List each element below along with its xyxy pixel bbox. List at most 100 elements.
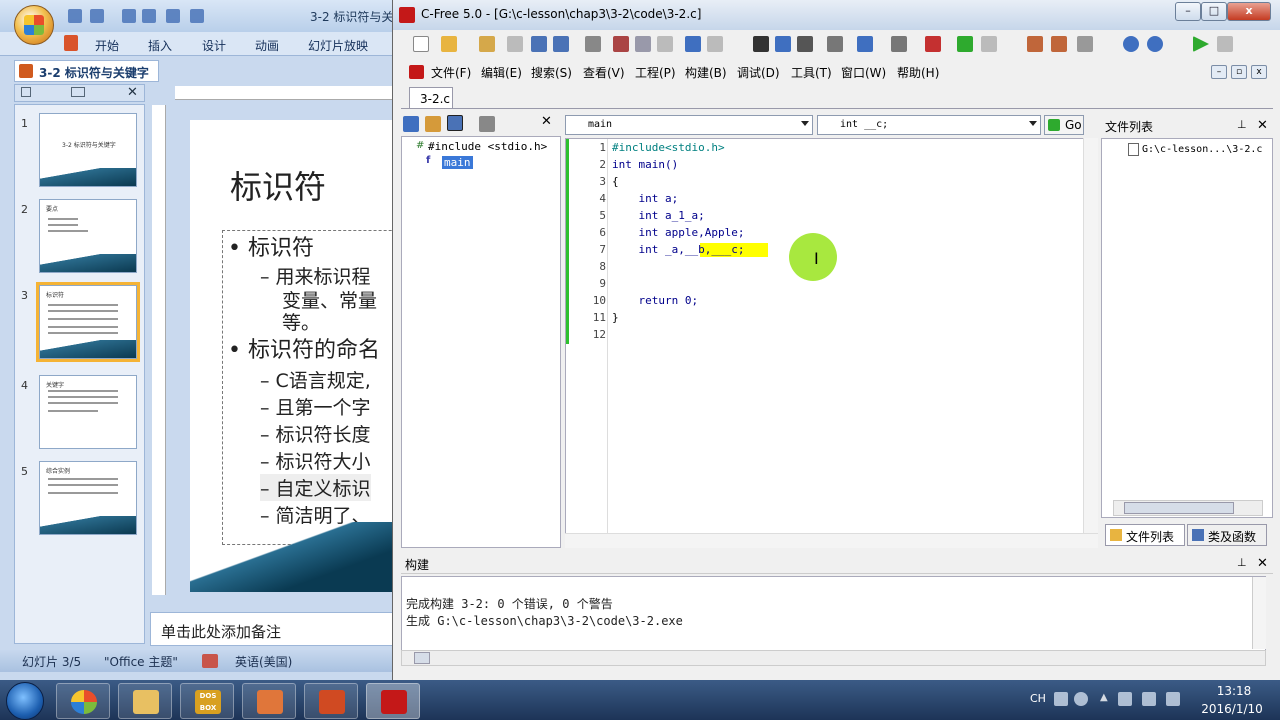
ribbon-tab-design[interactable]: 设计: [202, 37, 226, 54]
input-method-indicator[interactable]: CH: [1030, 692, 1046, 705]
taskbar-app-dosbox[interactable]: DOS BOX: [180, 683, 234, 719]
save-icon[interactable]: [531, 36, 547, 52]
office-button[interactable]: [14, 5, 54, 45]
close-icon[interactable]: ✕: [1257, 556, 1268, 571]
close-icon[interactable]: ✕: [127, 85, 138, 100]
help-icon[interactable]: [1123, 36, 1139, 52]
minimize-button[interactable]: –: [1175, 2, 1201, 21]
stop-build-icon[interactable]: [1077, 36, 1093, 52]
speaker-icon[interactable]: [1166, 692, 1180, 706]
menu-search[interactable]: 搜索(S): [531, 64, 572, 81]
ppt-document-tab[interactable]: 3-2 标识符与关键字: [14, 60, 159, 82]
mdi-minimize-button[interactable]: –: [1211, 65, 1227, 79]
undo-icon[interactable]: [685, 36, 701, 52]
current-slide[interactable]: 标识符 • 标识符 – 用来标识程 变量、常量 等。 • 标识符的命名 – C语…: [190, 120, 400, 592]
network-icon[interactable]: [1142, 692, 1156, 706]
group-icon[interactable]: [447, 115, 463, 131]
save-all-icon[interactable]: [553, 36, 569, 52]
taskbar-app-explorer[interactable]: [118, 683, 172, 719]
volume-icon[interactable]: [1118, 692, 1132, 706]
paste-icon[interactable]: [657, 36, 673, 52]
redo-icon[interactable]: [707, 36, 723, 52]
build-vertical-scrollbar[interactable]: [1252, 577, 1266, 649]
clock-time[interactable]: 13:18: [1208, 684, 1260, 698]
menu-edit[interactable]: 编辑(E): [481, 64, 522, 81]
back-icon[interactable]: [957, 36, 973, 52]
undo-icon[interactable]: [90, 9, 104, 23]
redo-icon[interactable]: [122, 9, 136, 23]
ribbon-tab-animation[interactable]: 动画: [255, 37, 279, 54]
function-combo[interactable]: main: [565, 115, 813, 135]
pin-icon[interactable]: ⊥: [1237, 118, 1247, 131]
keyboard-icon[interactable]: [1054, 692, 1068, 706]
print-preview-icon[interactable]: [142, 9, 156, 23]
show-hidden-icon[interactable]: ▲: [1100, 692, 1108, 706]
menu-file[interactable]: 文件(F): [431, 64, 471, 81]
scroll-thumb[interactable]: [414, 652, 430, 664]
tab-classes-functions[interactable]: 类及函数: [1187, 524, 1267, 546]
go-button[interactable]: Go: [1044, 115, 1084, 135]
maximize-button[interactable]: □: [1201, 2, 1227, 21]
copy-icon[interactable]: [635, 36, 651, 52]
notes-pane[interactable]: 单击此处添加备注: [150, 612, 400, 646]
forward-icon[interactable]: [981, 36, 997, 52]
slide-thumbnail-3[interactable]: 标识符: [36, 282, 140, 362]
tree-main-item[interactable]: main: [442, 156, 473, 169]
qat-icon[interactable]: [190, 9, 204, 23]
close-icon[interactable]: ✕: [1257, 118, 1268, 133]
slide-thumbnail-2[interactable]: 要点: [39, 199, 137, 273]
save-icon[interactable]: [68, 9, 82, 23]
tool-icon[interactable]: [166, 9, 180, 23]
ribbon-tab-home[interactable]: 开始: [95, 37, 119, 54]
slide-thumbnail-5[interactable]: 综合实例: [39, 461, 137, 535]
close-button[interactable]: x: [1227, 2, 1271, 21]
open-folder-icon[interactable]: [441, 36, 457, 52]
print-icon[interactable]: [585, 36, 601, 52]
compile-icon[interactable]: [1027, 36, 1043, 52]
build-icon[interactable]: [1051, 36, 1067, 52]
start-button[interactable]: [6, 682, 44, 720]
taskbar-app-media[interactable]: [56, 683, 110, 719]
pin-icon[interactable]: ⊥: [1237, 556, 1247, 569]
menu-project[interactable]: 工程(P): [635, 64, 676, 81]
cut-icon[interactable]: [613, 36, 629, 52]
refresh-icon[interactable]: [479, 116, 495, 132]
mdi-restore-button[interactable]: ▫: [1231, 65, 1247, 79]
close-icon[interactable]: ✕: [541, 114, 552, 129]
ribbon-tab-insert[interactable]: 插入: [148, 37, 172, 54]
stop-icon[interactable]: [1217, 36, 1233, 52]
tree-include-item[interactable]: #include <stdio.h>: [428, 140, 547, 153]
replace-icon[interactable]: [797, 36, 813, 52]
bookmark-icon[interactable]: [827, 36, 843, 52]
help-icon[interactable]: [1074, 692, 1088, 706]
theme-name[interactable]: "Office 主题": [104, 653, 178, 670]
find-icon[interactable]: [753, 36, 769, 52]
slide-thumbnail-1[interactable]: 3-2 标识符与关键字: [39, 113, 137, 187]
tab-file-list[interactable]: 文件列表: [1105, 524, 1185, 546]
menu-tools[interactable]: 工具(T): [791, 64, 832, 81]
filter-icon[interactable]: [425, 116, 441, 132]
editor-horizontal-scrollbar[interactable]: [565, 533, 1098, 548]
slide-thumbnail-4[interactable]: 关键字: [39, 375, 137, 449]
mdi-close-button[interactable]: x: [1251, 65, 1267, 79]
sort-icon[interactable]: [403, 116, 419, 132]
run-icon[interactable]: [1193, 36, 1209, 52]
menu-view[interactable]: 查看(V): [583, 64, 625, 81]
symbol-combo[interactable]: int __c;: [817, 115, 1041, 135]
spellcheck-icon[interactable]: [202, 654, 218, 668]
tools-icon[interactable]: [925, 36, 941, 52]
outline-view-icon[interactable]: [71, 87, 85, 97]
cfree-app-icon[interactable]: [399, 7, 415, 23]
taskbar-app-powerpoint[interactable]: [304, 683, 358, 719]
find-next-icon[interactable]: [775, 36, 791, 52]
menu-window[interactable]: 窗口(W): [841, 64, 886, 81]
document-icon[interactable]: [409, 65, 424, 79]
file-list-item[interactable]: G:\c-lesson...\3-2.c: [1142, 144, 1262, 155]
indent-icon[interactable]: [857, 36, 873, 52]
menu-debug[interactable]: 调试(D): [737, 64, 780, 81]
comment-icon[interactable]: [891, 36, 907, 52]
file-list-scrollbar[interactable]: [1113, 500, 1263, 516]
taskbar-app-cfree[interactable]: [366, 683, 420, 719]
language-indicator[interactable]: 英语(美国): [235, 653, 292, 670]
taskbar-app-player[interactable]: [242, 683, 296, 719]
